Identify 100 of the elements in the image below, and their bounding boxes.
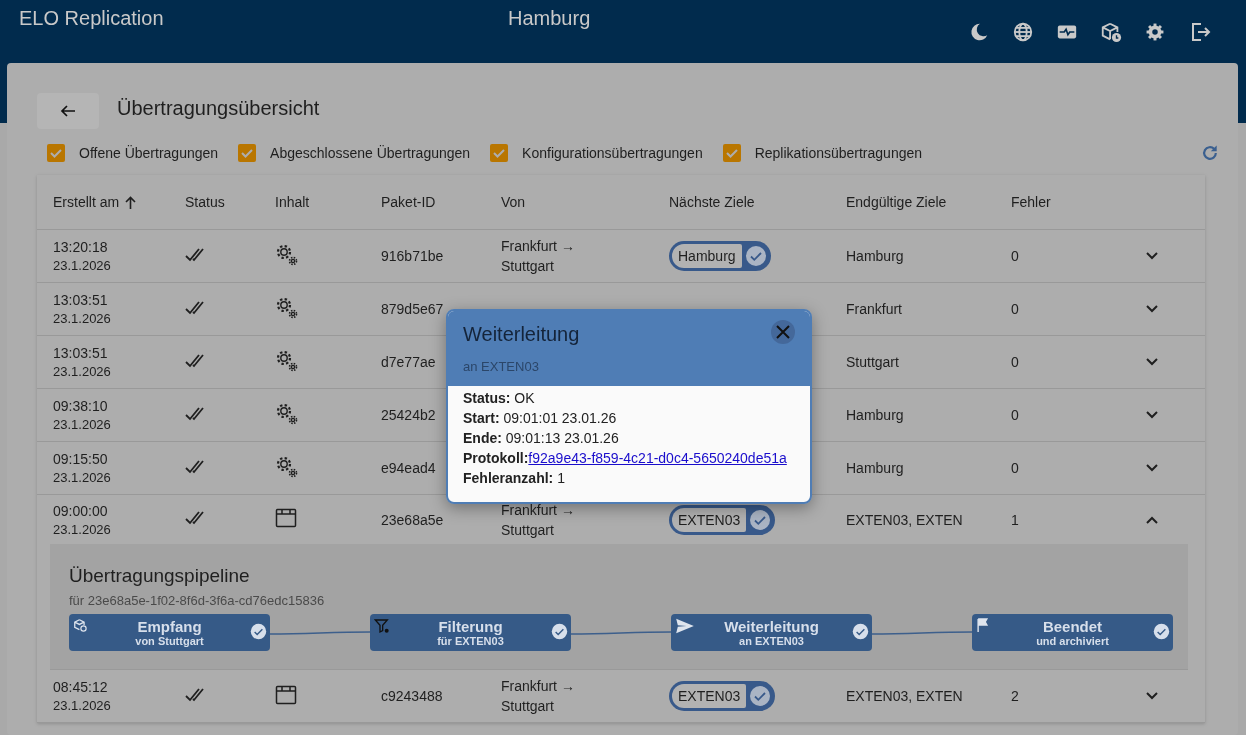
detail-line: Ende: 09:01:13 23.01.26 xyxy=(463,429,620,448)
filter-label: Replikationsübertragungen xyxy=(754,145,923,161)
send-icon xyxy=(675,618,695,634)
time-text: 13:20:18 xyxy=(53,239,109,255)
check-icon xyxy=(724,146,739,160)
checkbox[interactable] xyxy=(490,144,509,162)
final-targets: EXTEN03, EXTEN xyxy=(846,688,963,704)
gears-icon xyxy=(275,295,299,320)
error-count: 0 xyxy=(1011,354,1019,370)
package-id: e94ead4 xyxy=(381,460,436,476)
column-header: Nächste Ziele xyxy=(669,194,755,210)
check-icon xyxy=(49,146,63,160)
close-icon xyxy=(776,325,790,339)
column-header: Inhalt xyxy=(275,194,310,210)
page-title: Übertragungsübersicht xyxy=(117,96,320,120)
route-text: Frankfurt → Stuttgart xyxy=(501,500,576,540)
refresh-icon[interactable] xyxy=(1200,143,1220,163)
checkbox[interactable] xyxy=(47,144,65,162)
app-title: ELO Replication xyxy=(19,7,164,30)
column-header: Endgültige Ziele xyxy=(846,194,947,210)
package-id: 23e68a5e xyxy=(381,511,444,528)
filter-icon xyxy=(374,618,390,634)
window-icon xyxy=(275,684,297,705)
detail-line: Start: 09:01:01 23.01.26 xyxy=(463,409,618,428)
chevron-down-icon[interactable] xyxy=(1145,691,1159,701)
target-chip: EXTEN03 xyxy=(669,504,776,535)
detail-line: Fehleranzahl: 1 xyxy=(463,469,566,488)
time-text: 13:03:51 xyxy=(53,292,109,308)
date-text: 23.1.2026 xyxy=(53,311,112,326)
dialog-title: Weiterleitung xyxy=(463,323,580,346)
check-icon xyxy=(240,146,255,160)
final-targets: EXTEN03, EXTEN xyxy=(846,511,963,528)
pipeline-stage[interactable]: Weiterleitung an EXTEN03 xyxy=(671,614,872,651)
route-text: Frankfurt → Stuttgart xyxy=(501,677,576,716)
pipeline-subtitle: für 23e68a5e-1f02-8f6d-3f6a-cd76edc15836 xyxy=(69,593,326,608)
final-targets: Stuttgart xyxy=(846,354,899,370)
target-chip: EXTEN03 xyxy=(669,681,776,711)
column-header: Von xyxy=(501,194,526,210)
package-id: d7e77ae xyxy=(381,354,436,370)
date-text: 23.1.2026 xyxy=(53,417,112,432)
final-targets: Frankfurt xyxy=(846,301,902,317)
error-count: 2 xyxy=(1011,688,1019,704)
filter-label: Offene Übertragungen xyxy=(79,145,219,161)
chevron-up-icon[interactable] xyxy=(1145,514,1159,525)
filter-label: Abgeschlossene Übertragungen xyxy=(270,145,471,161)
chevron-down-icon[interactable] xyxy=(1145,304,1159,314)
detail-line: Protokoll:f92a9e43-f859-4c21-d0c4-5650240de51a xyxy=(463,449,788,468)
window-icon xyxy=(275,508,297,528)
gears-icon xyxy=(275,348,299,373)
column-header: Erstellt am xyxy=(53,194,120,210)
location-label: Hamburg xyxy=(508,7,591,30)
package-id: 25424b2 xyxy=(381,407,436,423)
date-text: 23.1.2026 xyxy=(53,470,112,485)
chevron-down-icon[interactable] xyxy=(1145,463,1159,473)
error-count: 0 xyxy=(1011,460,1019,476)
back-arrow-icon xyxy=(60,103,76,119)
globe-icon[interactable] xyxy=(1012,21,1034,43)
date-text: 23.1.2026 xyxy=(53,258,112,273)
settings-icon[interactable] xyxy=(1144,21,1166,43)
checkbox[interactable] xyxy=(722,144,741,162)
error-count: 0 xyxy=(1011,407,1019,423)
pipeline-stage[interactable]: Filterung für EXTEN03 xyxy=(370,614,571,651)
date-text: 23.1.2026 xyxy=(53,521,112,537)
gears-icon xyxy=(275,242,299,267)
time-text: 09:00:00 xyxy=(53,502,109,519)
error-count: 0 xyxy=(1011,301,1019,317)
pipeline-title: Übertragungspipeline xyxy=(69,565,251,587)
box-clock-icon[interactable] xyxy=(1100,21,1122,43)
protocol-link[interactable]: f92a9e43-f859-4c21-d0c4-5650240de51a xyxy=(528,450,787,466)
detail-line: Status: OK xyxy=(463,389,536,408)
flag-icon xyxy=(976,618,989,632)
back-button[interactable] xyxy=(37,93,99,129)
column-header: Fehler xyxy=(1011,194,1051,210)
pipeline-stage[interactable]: Empfang von Stuttgart xyxy=(69,614,270,651)
dialog-subtitle: an EXTEN03 xyxy=(463,359,540,374)
time-text: 09:15:50 xyxy=(53,451,109,467)
final-targets: Hamburg xyxy=(846,407,904,423)
close-button[interactable] xyxy=(771,320,795,344)
time-text: 13:03:51 xyxy=(53,345,109,361)
gears-icon xyxy=(275,454,299,479)
pipeline-stage[interactable]: Beendet und archiviert xyxy=(972,614,1173,651)
package-id: 879d5e67 xyxy=(381,301,444,317)
column-header: Paket-ID xyxy=(381,194,436,210)
checkbox[interactable] xyxy=(238,144,257,162)
chevron-down-icon[interactable] xyxy=(1145,410,1159,420)
time-text: 09:38:10 xyxy=(53,398,109,414)
final-targets: Hamburg xyxy=(846,248,904,264)
target-chip: Hamburg xyxy=(669,241,771,271)
date-text: 23.1.2026 xyxy=(53,698,112,713)
column-header: Status xyxy=(185,194,225,210)
chevron-down-icon[interactable] xyxy=(1145,357,1159,367)
chevron-down-icon[interactable] xyxy=(1145,251,1159,261)
error-count: 0 xyxy=(1011,248,1019,264)
arrow-up-icon[interactable] xyxy=(125,195,137,209)
gears-icon xyxy=(275,401,299,426)
error-count: 1 xyxy=(1011,511,1019,528)
package-id: 916b71be xyxy=(381,248,444,264)
filter-label: Konfigurationsübertragungen xyxy=(522,145,703,161)
final-targets: Hamburg xyxy=(846,460,904,476)
route-text: Frankfurt → Stuttgart xyxy=(501,237,576,276)
